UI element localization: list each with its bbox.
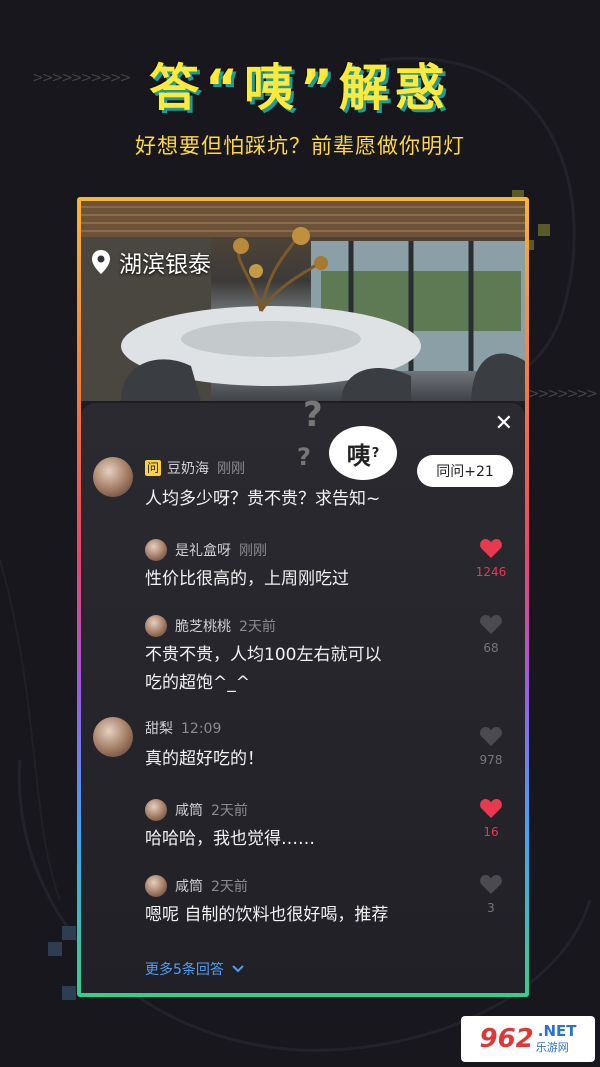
reply-author: 脆芝桃桃 2天前 xyxy=(175,619,276,635)
reply-author: 咸筒 2天前 xyxy=(175,879,248,895)
more-replies-link[interactable]: 更多5条回答 xyxy=(145,959,245,979)
location-label[interactable]: 湖滨银泰 xyxy=(91,245,211,279)
decor-pixel xyxy=(62,926,76,940)
reply-text: 哈哈哈，我也觉得…… xyxy=(145,829,315,849)
qa-card: 湖滨银泰 ✕ ? ? 咦? 同问+21 问豆奶海 刚刚 人均多少呀？贵不贵？求告知… xyxy=(81,201,525,993)
decor-pixel xyxy=(62,986,76,1000)
close-icon[interactable]: ✕ xyxy=(495,411,513,436)
like-count: 16 xyxy=(483,825,499,839)
avatar[interactable] xyxy=(93,717,133,757)
avatar[interactable] xyxy=(145,539,167,561)
avatar[interactable] xyxy=(93,457,133,497)
heart-icon xyxy=(480,539,502,558)
like-button[interactable]: 3 xyxy=(471,873,511,915)
restaurant-photo[interactable]: 湖滨银泰 xyxy=(81,201,525,401)
site-watermark: 962 .NET 乐游网 xyxy=(461,1016,595,1062)
location-name: 湖滨银泰 xyxy=(119,252,211,278)
restaurant-photo-art xyxy=(81,201,525,401)
reply-author: 是礼盒呀 刚刚 xyxy=(175,543,267,559)
heart-icon xyxy=(480,615,502,634)
question-mark-icon: ? xyxy=(297,443,311,471)
avatar[interactable] xyxy=(145,875,167,897)
subheadline: 好想要但怕踩坑？前辈愿做你明灯 xyxy=(135,134,465,158)
heart-icon xyxy=(480,727,502,746)
avatar[interactable] xyxy=(145,615,167,637)
chevron-down-icon xyxy=(232,965,245,973)
question-author: 问豆奶海 刚刚 xyxy=(145,460,245,477)
answer-text: 真的超好吃的！ xyxy=(145,749,264,769)
heart-icon xyxy=(480,875,502,894)
headline: 答“咦”解惑 xyxy=(149,59,451,117)
question-text: 人均多少呀？贵不贵？求告知~ xyxy=(145,489,381,509)
like-button[interactable]: 978 xyxy=(471,725,511,767)
decor-pixel xyxy=(48,942,62,956)
card-frame: 湖滨银泰 ✕ ? ? 咦? 同问+21 问豆奶海 刚刚 人均多少呀？贵不贵？求告知… xyxy=(77,197,529,997)
huh-bubble-icon: 咦? xyxy=(329,426,397,480)
like-button[interactable]: 1246 xyxy=(471,537,511,579)
reply-text: 性价比很高的，上周刚吃过 xyxy=(145,569,349,589)
reply-author: 咸筒 2天前 xyxy=(175,803,248,819)
like-count: 68 xyxy=(483,641,499,655)
like-count: 978 xyxy=(479,753,503,767)
watermark-site: 乐游网 xyxy=(535,1040,569,1054)
decor-chevrons-right: >>>>>>>> xyxy=(518,386,598,402)
like-button[interactable]: 68 xyxy=(471,613,511,655)
comments-panel: ✕ ? ? 咦? 同问+21 问豆奶海 刚刚 人均多少呀？贵不贵？求告知~ 是礼盒… xyxy=(81,395,525,993)
decor-pixel xyxy=(538,224,550,236)
question-badge: 问 xyxy=(145,460,161,476)
same-question-button[interactable]: 同问+21 xyxy=(417,455,513,487)
avatar[interactable] xyxy=(145,799,167,821)
answer-author: 甜梨 12:09 xyxy=(145,721,222,737)
watermark-suffix: .NET xyxy=(537,1021,577,1040)
reply-text: 嗯呢 自制的饮料也很好喝，推荐 xyxy=(145,905,389,925)
watermark-number: 962 xyxy=(479,1024,534,1054)
location-pin-icon xyxy=(92,250,110,274)
heart-icon xyxy=(480,799,502,818)
reply-text-line: 不贵不贵，人均100左右就可以 xyxy=(145,645,382,665)
question-mark-icon: ? xyxy=(303,395,323,435)
reply-text-line: 吃的超饱^_^ xyxy=(145,673,250,693)
like-button[interactable]: 16 xyxy=(471,797,511,839)
like-count: 3 xyxy=(487,901,495,915)
like-count: 1246 xyxy=(475,565,507,579)
